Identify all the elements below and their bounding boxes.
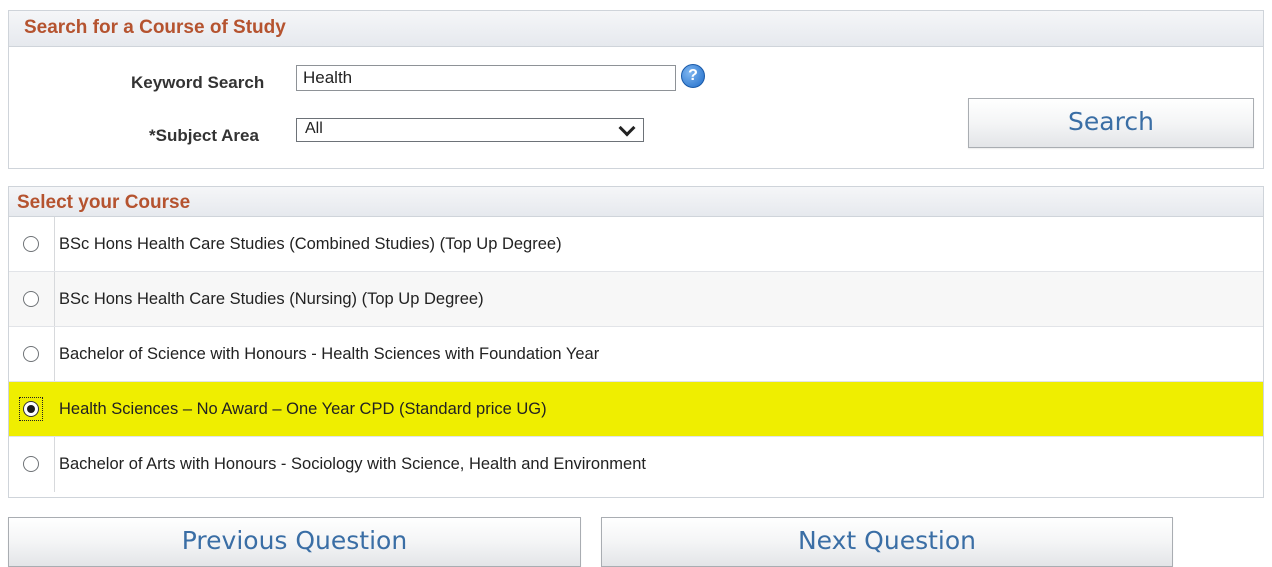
course-list: BSc Hons Health Care Studies (Combined S… (9, 217, 1263, 492)
row-divider (54, 217, 55, 271)
course-label: Bachelor of Science with Honours - Healt… (59, 345, 600, 363)
previous-question-button[interactable]: Previous Question (8, 517, 581, 567)
keyword-search-input[interactable] (296, 65, 676, 91)
chevron-down-icon (618, 119, 636, 137)
course-radio-checked[interactable] (23, 401, 39, 417)
help-icon[interactable]: ? (681, 64, 705, 88)
course-label: Bachelor of Arts with Honours - Sociolog… (59, 455, 646, 473)
course-radio[interactable] (23, 346, 39, 362)
search-panel: Search for a Course of Study Keyword Sea… (8, 10, 1264, 169)
course-radio[interactable] (23, 456, 39, 472)
row-divider (54, 437, 55, 492)
subject-area-label: *Subject Area (149, 126, 259, 145)
search-panel-title: Search for a Course of Study (9, 11, 1263, 47)
search-button[interactable]: Search (968, 98, 1254, 148)
course-row[interactable]: BSc Hons Health Care Studies (Combined S… (9, 217, 1263, 272)
subject-area-selected-value: All (305, 120, 323, 137)
course-label: Health Sciences – No Award – One Year CP… (59, 400, 547, 418)
course-label: BSc Hons Health Care Studies (Combined S… (59, 235, 562, 253)
subject-area-select[interactable]: All (296, 118, 644, 142)
keyword-search-label: Keyword Search (131, 73, 265, 92)
course-row[interactable]: Bachelor of Arts with Honours - Sociolog… (9, 437, 1263, 492)
course-panel-title: Select your Course (9, 187, 1263, 217)
course-row[interactable]: Bachelor of Science with Honours - Healt… (9, 327, 1263, 382)
course-radio[interactable] (23, 236, 39, 252)
row-divider (54, 327, 55, 381)
course-panel: Select your Course BSc Hons Health Care … (8, 186, 1264, 498)
course-radio[interactable] (23, 291, 39, 307)
next-question-button[interactable]: Next Question (601, 517, 1173, 567)
course-row[interactable]: BSc Hons Health Care Studies (Nursing) (… (9, 272, 1263, 327)
course-row-selected[interactable]: Health Sciences – No Award – One Year CP… (9, 382, 1263, 437)
row-divider (54, 272, 55, 326)
course-label: BSc Hons Health Care Studies (Nursing) (… (59, 290, 484, 308)
